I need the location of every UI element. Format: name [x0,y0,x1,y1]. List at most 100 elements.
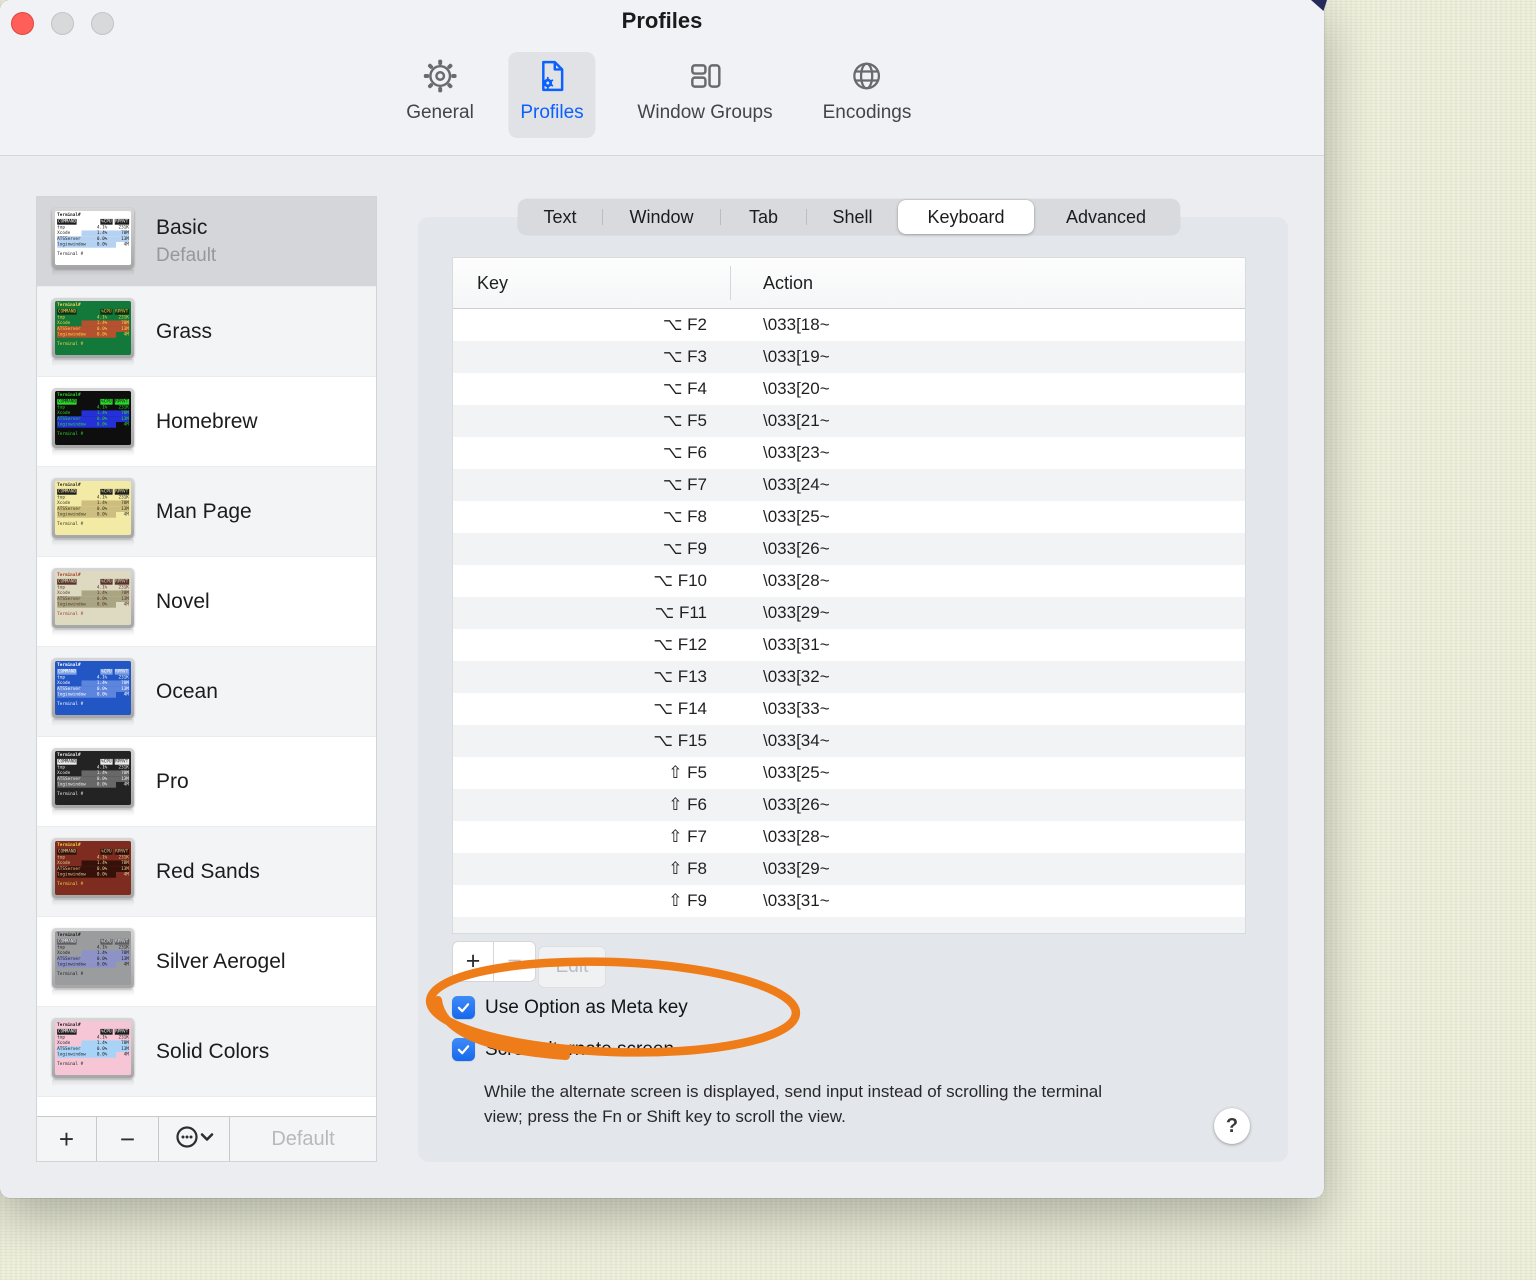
thumb-title: Terminal# [57,841,81,847]
use-option-as-meta-checkbox[interactable] [452,996,475,1019]
alternate-screen-help-text: While the alternate screen is displayed,… [484,1082,1103,1126]
tab-keyboard[interactable]: Keyboard [898,200,1034,234]
action-cell: \033[23~ [763,443,830,462]
profile-thumbnail: Terminal# COMMAND %CPU RPRVT top 4.1% 231K Xc… [52,207,134,268]
profile-list-item[interactable]: Terminal# COMMAND %CPU RPRVT top 4.1% 231K Xc… [37,1007,376,1097]
remove-key-button[interactable]: − [493,941,536,982]
profile-list-item[interactable]: Terminal# COMMAND %CPU RPRVT top 4.1% 231K Xc… [37,647,376,737]
profile-list-item[interactable]: Terminal# COMMAND %CPU RPRVT top 4.1% 231K Xc… [37,467,376,557]
toolbar-item-profiles[interactable]: Profiles [508,52,596,138]
add-profile-button[interactable]: + [37,1117,97,1161]
scroll-alternate-screen-checkbox[interactable] [452,1038,475,1061]
key-cell: ⌥ F8 [662,507,707,526]
profile-thumbnail: Terminal# COMMAND %CPU RPRVT top 4.1% 231K Xc… [52,747,134,808]
profile-list-item[interactable]: Terminal# COMMAND %CPU RPRVT top 4.1% 231K Xc… [37,827,376,917]
thumb-header-chips: COMMAND %CPU RPRVT [57,848,129,855]
thumb-process-rows: top 4.1% 231K Xcode 1.4% 78M ATSServer 0.0% 13M l… [57,404,129,428]
profile-list-item[interactable]: Terminal# COMMAND %CPU RPRVT top 4.1% 231K Xc… [37,287,376,377]
add-key-button[interactable]: + [452,941,494,982]
thumb-header-chips: COMMAND %CPU RPRVT [57,668,129,675]
table-row[interactable]: ⌥ F7 \033[24~ [453,469,1245,501]
key-cell: ⌥ F14 [653,699,707,718]
tab-text[interactable]: Text [518,199,602,235]
edit-key-button[interactable]: Edit [538,946,606,988]
action-cell: \033[31~ [763,891,830,910]
remove-profile-button[interactable]: − [97,1117,159,1161]
thumb-title: Terminal# [57,481,81,487]
tab-tab[interactable]: Tab [721,199,806,235]
profile-name: Grass [156,319,213,343]
action-cell: \033[32~ [763,667,830,686]
thumb-prompt: Terminal # [57,790,84,796]
toolbar-item-encodings[interactable]: Encodings [811,52,924,138]
action-cell: \033[34~ [763,731,830,750]
tab-shell[interactable]: Shell [807,199,898,235]
tab-window[interactable]: Window [603,199,720,235]
profile-list-item[interactable]: Terminal# COMMAND %CPU RPRVT top 4.1% 231K Xc… [37,917,376,1007]
thumbnail-reflection [52,538,134,546]
action-menu-icon [173,1123,215,1156]
table-row[interactable]: ⇧ F9 \033[31~ [453,885,1245,917]
table-row[interactable]: ⌥ F3 \033[19~ [453,341,1245,373]
table-row[interactable]: ⌥ F11 \033[29~ [453,597,1245,629]
terminal-preferences-window: Profiles General Profiles Window Groups … [0,0,1324,1198]
table-row[interactable]: ⌥ F6 \033[23~ [453,437,1245,469]
table-row[interactable]: ⇧ F8 \033[29~ [453,853,1245,885]
column-header-key[interactable]: Key [453,266,731,300]
table-row[interactable]: ⇧ F5 \033[25~ [453,757,1245,789]
toolbar-label: Window Groups [637,102,773,123]
key-cell: ⇧ F7 [668,827,707,846]
table-row[interactable]: ⌥ F14 \033[33~ [453,693,1245,725]
profile-name: Basic [156,216,208,239]
table-row[interactable]: ⇧ F6 \033[26~ [453,789,1245,821]
profile-action-menu-button[interactable] [159,1117,230,1161]
profile-thumbnail: Terminal# COMMAND %CPU RPRVT top 4.1% 231K Xc… [52,837,134,898]
table-row[interactable] [453,917,1245,933]
column-header-action[interactable]: Action [731,273,813,294]
profile-list-item[interactable]: Terminal# COMMAND %CPU RPRVT top 4.1% 231K Xc… [37,557,376,647]
table-row[interactable]: ⌥ F5 \033[21~ [453,405,1245,437]
table-row[interactable]: ⌥ F10 \033[28~ [453,565,1245,597]
action-cell: \033[19~ [763,347,830,366]
key-cell: ⌥ F3 [662,347,707,366]
key-cell: ⇧ F8 [668,859,707,878]
profile-list-item[interactable]: Terminal# COMMAND %CPU RPRVT top 4.1% 231K Xc… [37,737,376,827]
profile-name: Silver Aerogel [156,949,286,973]
profile-name: Solid Colors [156,1039,270,1063]
toolbar-item-window-groups[interactable]: Window Groups [625,52,784,138]
set-default-button[interactable]: Default [230,1117,376,1161]
profile-list-item[interactable]: Terminal# COMMAND %CPU RPRVT top 4.1% 231K Xc… [37,197,376,287]
table-row[interactable]: ⇧ F7 \033[28~ [453,821,1245,853]
thumb-process-rows: top 4.1% 231K Xcode 1.4% 78M ATSServer 0.0% 13M l… [57,854,129,878]
toolbar-label: Encodings [822,102,912,123]
thumb-process-rows: top 4.1% 231K Xcode 1.4% 78M ATSServer 0.0% 13M l… [57,1034,129,1058]
thumbnail-reflection [52,808,134,816]
thumb-title: Terminal# [57,661,81,667]
table-row[interactable]: ⌥ F4 \033[20~ [453,373,1245,405]
table-row[interactable]: ⌥ F2 \033[18~ [453,309,1245,341]
action-cell: \033[28~ [763,571,830,590]
window-header: Profiles General Profiles Window Groups … [0,0,1324,156]
table-row[interactable]: ⌥ F8 \033[25~ [453,501,1245,533]
key-cell: ⌥ F9 [662,539,707,558]
profile-list-item[interactable]: Terminal# COMMAND %CPU RPRVT top 4.1% 231K Xc… [37,377,376,467]
thumbnail-reflection [52,358,134,366]
thumb-prompt: Terminal # [57,610,84,616]
thumbnail-reflection [52,718,134,726]
table-row[interactable]: ⌥ F15 \033[34~ [453,725,1245,757]
table-row[interactable]: ⌥ F13 \033[32~ [453,661,1245,693]
action-cell: \033[28~ [763,827,830,846]
tab-advanced[interactable]: Advanced [1034,199,1178,235]
thumb-title: Terminal# [57,211,81,217]
profile-thumbnail: Terminal# COMMAND %CPU RPRVT top 4.1% 231K Xc… [52,387,134,448]
table-row[interactable]: ⌥ F9 \033[26~ [453,533,1245,565]
table-row[interactable]: ⌥ F12 \033[31~ [453,629,1245,661]
help-button[interactable]: ? [1214,1108,1250,1144]
thumbnail-reflection [52,898,134,906]
key-cell: ⇧ F9 [668,891,707,910]
profile-name: Novel [156,589,210,613]
toolbar-item-general[interactable]: General [394,52,486,138]
globe-icon [849,58,885,99]
key-cell: ⌥ F15 [653,731,707,750]
action-cell: \033[33~ [763,699,830,718]
